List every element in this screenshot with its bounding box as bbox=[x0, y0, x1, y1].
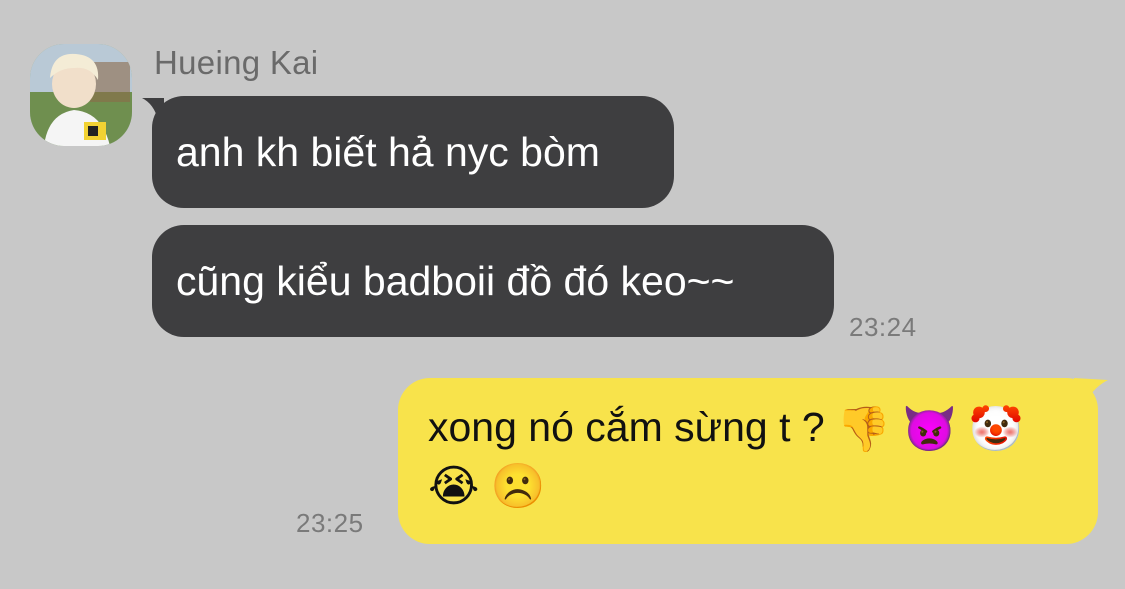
sender-avatar[interactable] bbox=[30, 44, 132, 146]
avatar-photo bbox=[30, 44, 132, 146]
incoming-message-bubble[interactable]: anh kh biết hả nyc bòm bbox=[152, 96, 674, 208]
thumbs-down-icon: 👎 bbox=[836, 404, 891, 456]
message-timestamp: 23:25 bbox=[296, 508, 364, 538]
message-text: anh kh biết hả nyc bòm bbox=[176, 129, 600, 175]
message-timestamp: 23:24 bbox=[849, 312, 917, 342]
message-text: xong nó cắm sừng t ? bbox=[428, 404, 825, 450]
outgoing-message-bubble[interactable]: xong nó cắm sừng t ? 👎 👿 🤡 😭 ☹️ bbox=[398, 378, 1098, 544]
loudly-crying-face-icon: 😭 bbox=[428, 461, 480, 513]
sender-name: Hueing Kai bbox=[154, 44, 319, 81]
clown-face-icon: 🤡 bbox=[968, 404, 1024, 456]
incoming-message-bubble[interactable]: cũng kiểu badboii đồ đó keo~~ bbox=[152, 225, 834, 337]
frowning-face-icon: ☹️ bbox=[490, 461, 546, 513]
message-text: cũng kiểu badboii đồ đó keo~~ bbox=[176, 258, 735, 304]
angry-devil-icon: 👿 bbox=[902, 404, 958, 456]
